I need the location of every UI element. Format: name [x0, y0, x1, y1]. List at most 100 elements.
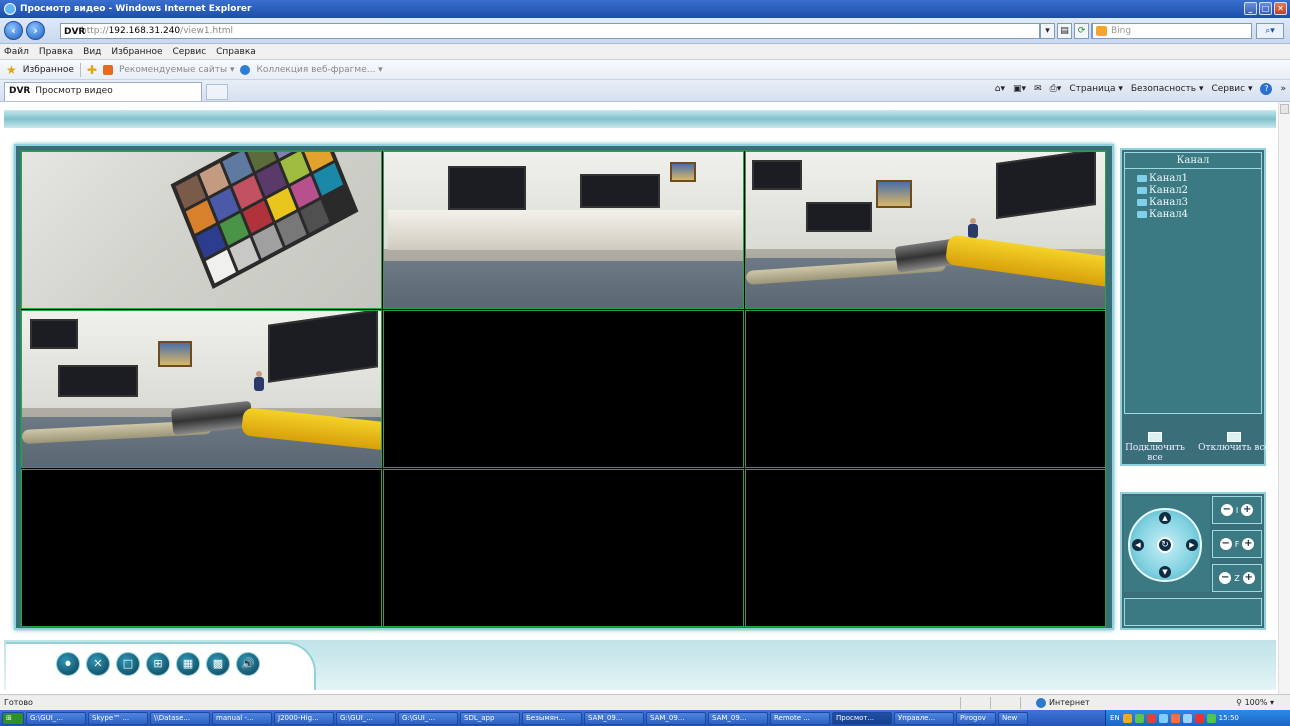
single-view-icon[interactable]: □ — [116, 652, 140, 676]
focus-minus-icon[interactable]: − — [1219, 538, 1232, 550]
tray-icon[interactable] — [1170, 713, 1180, 723]
sixteen-view-icon[interactable]: ▩ — [206, 652, 230, 676]
language-indicator[interactable]: EN — [1110, 714, 1120, 722]
feeds-icon[interactable]: ▣▾ — [1013, 84, 1026, 94]
suggested-sites-link[interactable]: Рекомендуемые сайты ▾ — [119, 65, 235, 75]
new-tab-button[interactable] — [206, 84, 228, 100]
tray-icon[interactable] — [1158, 713, 1168, 723]
taskbar-item[interactable]: J2000-Hig... — [274, 711, 334, 725]
taskbar-item[interactable]: G:\GUI_... — [398, 711, 458, 725]
search-input[interactable]: Bing — [1092, 23, 1252, 39]
tray-icon[interactable] — [1146, 713, 1156, 723]
iris-minus-icon[interactable]: − — [1220, 504, 1233, 516]
zoom-level[interactable]: ⚲ 100% ▾ — [1236, 695, 1274, 710]
page-menu[interactable]: Страница ▾ — [1069, 84, 1123, 94]
refresh-icon[interactable]: ⟳ — [1074, 23, 1089, 39]
focus-plus-icon[interactable]: + — [1242, 538, 1255, 550]
taskbar-item[interactable]: SAM_09... — [708, 711, 768, 725]
nine-view-icon[interactable]: ▦ — [176, 652, 200, 676]
taskbar-item[interactable]: Безымян... — [522, 711, 582, 725]
video-cell-9[interactable] — [745, 469, 1106, 627]
video-cell-2[interactable] — [383, 151, 744, 309]
channel-item-3[interactable]: Канал3 — [1137, 197, 1188, 208]
add-favorite-icon[interactable]: ✚ — [87, 63, 97, 77]
taskbar-item[interactable]: Управле... — [894, 711, 954, 725]
maximize-button[interactable]: □ — [1259, 2, 1272, 15]
address-toolbar: ‹ › DVR http://192.168.31.240/view1.html… — [0, 18, 1290, 44]
ptz-right-icon[interactable]: ▶ — [1186, 539, 1198, 551]
favorites-label[interactable]: Избранное — [23, 65, 74, 75]
channel-item-2[interactable]: Канал2 — [1137, 185, 1188, 196]
video-cell-3[interactable] — [745, 151, 1106, 309]
menu-view[interactable]: Вид — [83, 47, 101, 57]
video-cell-6[interactable] — [745, 310, 1106, 468]
video-cell-1[interactable] — [21, 151, 382, 309]
taskbar-item[interactable]: New — [998, 711, 1028, 725]
ptz-up-icon[interactable]: ▲ — [1159, 512, 1171, 524]
tray-icon[interactable] — [1134, 713, 1144, 723]
vertical-scrollbar[interactable] — [1278, 102, 1290, 694]
taskbar-item[interactable]: SAM_09... — [646, 711, 706, 725]
compat-view-icon[interactable]: ▤ — [1057, 23, 1072, 39]
menu-tools[interactable]: Сервис — [173, 47, 207, 57]
taskbar-item[interactable]: Skype™ ... — [88, 711, 148, 725]
connect-all-button[interactable]: Подключить все — [1118, 432, 1192, 463]
settings-icon[interactable]: ✕ — [86, 652, 110, 676]
tray-icon[interactable] — [1194, 713, 1204, 723]
menu-favorites[interactable]: Избранное — [111, 47, 162, 57]
favorites-star-icon[interactable]: ★ — [6, 63, 17, 77]
menu-edit[interactable]: Правка — [39, 47, 73, 57]
tray-icon[interactable] — [1122, 713, 1132, 723]
address-field[interactable]: DVR http://192.168.31.240/view1.html — [60, 23, 1040, 39]
help-icon[interactable]: ? — [1260, 83, 1273, 95]
channel-item-1[interactable]: Канал1 — [1137, 173, 1188, 184]
menu-file[interactable]: Файл — [4, 47, 29, 57]
video-cell-8[interactable] — [383, 469, 744, 627]
print-icon[interactable]: ⎙▾ — [1050, 84, 1062, 94]
disconnect-all-button[interactable]: Отключить все — [1198, 432, 1270, 453]
taskbar-item[interactable]: Remote ... — [770, 711, 830, 725]
more-commands[interactable]: » — [1280, 84, 1286, 94]
menu-help[interactable]: Справка — [216, 47, 256, 57]
record-icon[interactable]: ⏺ — [56, 652, 80, 676]
tab-view[interactable]: DVR Просмотр видео — [4, 82, 202, 101]
web-slice-gallery-link[interactable]: Коллекция веб-фрагме... ▾ — [256, 65, 382, 75]
zoom-plus-icon[interactable]: + — [1242, 572, 1255, 584]
taskbar-item-active[interactable]: Просмот... — [832, 711, 892, 725]
taskbar-item[interactable]: manual -... — [212, 711, 272, 725]
ptz-left-icon[interactable]: ◀ — [1132, 539, 1144, 551]
video-cell-5[interactable] — [383, 310, 744, 468]
volume-icon[interactable]: 🔊 — [236, 652, 260, 676]
tray-icon[interactable] — [1182, 713, 1192, 723]
quad-view-icon[interactable]: ⊞ — [146, 652, 170, 676]
forward-button[interactable]: › — [26, 21, 45, 40]
taskbar-item[interactable]: SDL_app — [460, 711, 520, 725]
dropdown-icon[interactable]: ▾ — [1040, 23, 1055, 39]
tools-menu[interactable]: Сервис ▾ — [1211, 84, 1252, 94]
minimize-button[interactable]: _ — [1244, 2, 1257, 15]
taskbar-item[interactable]: Pirogov — [956, 711, 996, 725]
search-button[interactable]: ⌕▾ — [1256, 23, 1284, 39]
video-cell-7[interactable] — [21, 469, 382, 627]
taskbar-item[interactable]: \\Datase... — [150, 711, 210, 725]
security-zone[interactable]: Интернет — [1036, 695, 1090, 710]
taskbar-item[interactable]: G:\GUI_... — [336, 711, 396, 725]
taskbar-item[interactable]: SAM_09... — [584, 711, 644, 725]
channel-item-4[interactable]: Канал4 — [1137, 209, 1188, 220]
ptz-down-icon[interactable]: ▼ — [1159, 566, 1171, 578]
back-button[interactable]: ‹ — [4, 21, 23, 40]
start-button[interactable]: ⊞ — [2, 711, 24, 725]
home-icon[interactable]: ⌂▾ — [995, 84, 1005, 94]
zoom-minus-icon[interactable]: − — [1219, 572, 1232, 584]
close-button[interactable]: ✕ — [1274, 2, 1287, 15]
video-cell-4[interactable] — [21, 310, 382, 468]
mail-icon[interactable]: ✉ — [1034, 84, 1042, 94]
ptz-auto-icon[interactable]: ↻ — [1157, 537, 1173, 553]
safety-menu[interactable]: Безопасность ▾ — [1131, 84, 1204, 94]
disconnect-all-label: Отключить все — [1198, 443, 1270, 453]
scrollbar-thumb[interactable] — [1280, 104, 1289, 114]
status-text: Готово — [4, 698, 33, 707]
iris-plus-icon[interactable]: + — [1241, 504, 1254, 516]
taskbar-item[interactable]: G:\GUI_... — [26, 711, 86, 725]
tray-icon[interactable] — [1206, 713, 1216, 723]
